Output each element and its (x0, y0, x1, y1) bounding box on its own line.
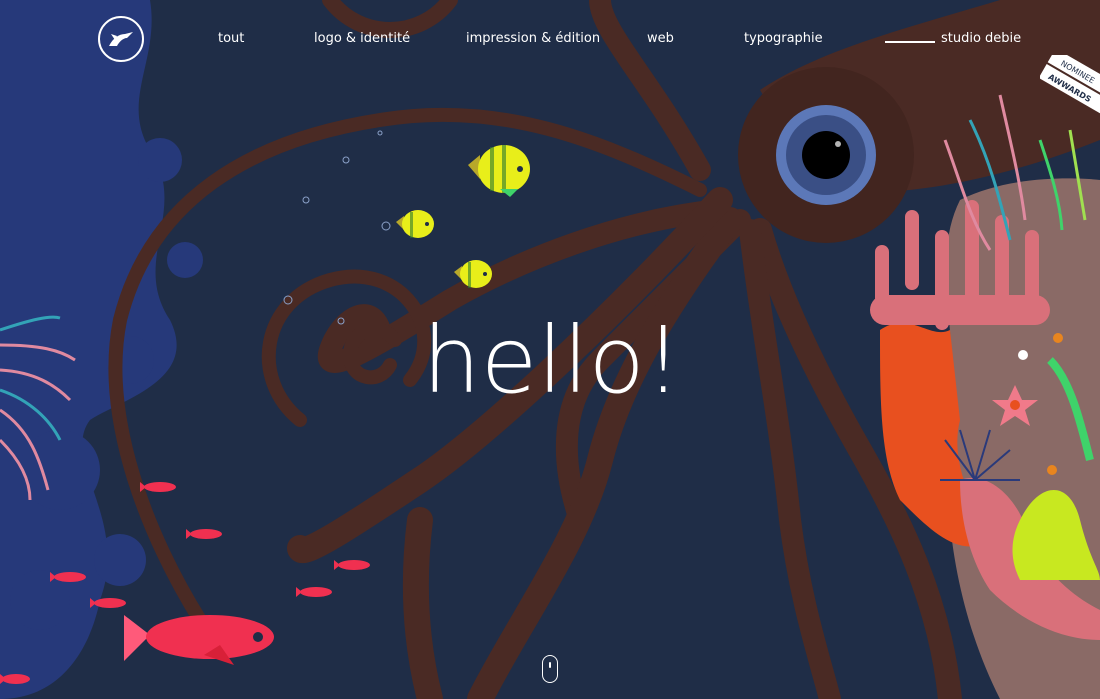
studio-divider-line (885, 41, 935, 43)
top-navigation: tout logo & identité impression & éditio… (0, 0, 1100, 80)
awwards-nominee-badge[interactable]: NOMINEE AWWARDS (1040, 55, 1100, 115)
nav-item-logo-identite[interactable]: logo & identité (314, 31, 410, 46)
studio-logo[interactable] (98, 16, 144, 62)
nav-item-tout[interactable]: tout (218, 31, 244, 46)
scroll-wheel-dot (549, 662, 551, 668)
nav-item-web[interactable]: web (647, 31, 674, 46)
studio-logo-icon (109, 32, 133, 46)
hero-headline: hello! (430, 307, 675, 410)
nav-item-impression-edition[interactable]: impression & édition (466, 31, 600, 46)
nav-item-studio-debie[interactable]: studio debie (941, 31, 1021, 46)
nav-item-typographie[interactable]: typographie (744, 31, 823, 46)
mouse-scroll-icon[interactable] (542, 655, 558, 683)
hero-headline-text: hello! (430, 307, 675, 410)
blue-coral-left (0, 0, 203, 699)
